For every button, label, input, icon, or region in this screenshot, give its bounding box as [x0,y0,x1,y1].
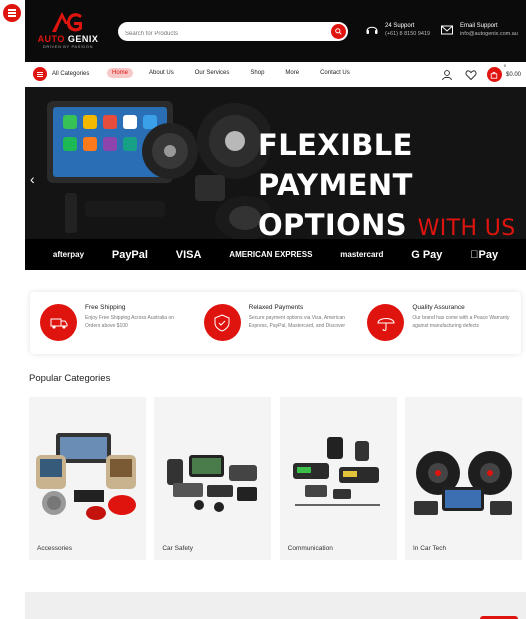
feature-desc: Our brand has come with a Peace Warranty… [412,315,510,329]
popular-categories-grid: Accessories Car Safety Communication In … [29,397,522,560]
mastercard-logo: mastercard [340,250,384,259]
hero-line2-accent: WITH US [417,216,516,241]
feature-title: Relaxed Payments [248,304,304,311]
lower-section-band [25,592,526,619]
headset-icon [366,26,378,34]
heart-icon[interactable] [465,69,477,81]
mail-icon [441,25,453,35]
logo-mark-icon [33,10,103,34]
hero-line1: FLEXIBLE PAYMENT [258,128,413,202]
feature-desc: Enjoy Free Shipping Across Australia on … [85,315,174,329]
hero-headline: FLEXIBLE PAYMENT OPTIONS WITH US [258,125,526,249]
side-menu-button[interactable] [3,4,21,22]
accessories-image [36,433,136,520]
hero-line2: OPTIONS [258,208,408,242]
support-email-value: info@autogenix.com.au [460,31,518,37]
menu-icon [8,12,16,14]
chevron-left-icon[interactable]: ‹ [30,171,35,187]
all-categories-label: All Categories [52,71,90,77]
support-email[interactable]: Email Support info@autogenix.com.au [440,22,518,38]
cart-total: $0.00 [505,71,521,78]
visa-logo: VISA [175,248,202,261]
brand-name: AUTO GENIX [33,34,103,44]
search-bar [118,22,348,44]
category-card-car-safety[interactable]: Car Safety [154,397,272,560]
category-card-accessories[interactable]: Accessories [29,397,146,560]
paypal-logo: PayPal [111,248,148,261]
search-input[interactable] [118,24,318,44]
nav-link-about-us[interactable]: About Us [144,68,179,78]
brand-name-part1: AUTO [37,34,65,44]
categories-menu-icon [33,67,47,81]
apple-pay-logo: Pay [470,249,498,261]
cart-button[interactable]: 0 [486,63,506,82]
feature-title: Quality Assurance [412,304,465,311]
category-card-in-car-tech[interactable]: In Car Tech [404,397,522,560]
card-shield-icon [203,304,241,341]
feature-quality-assurance: Quality Assurance Our brand has come with… [357,292,521,354]
features-strip: Free Shipping Enjoy Free Shipping Across … [30,292,521,354]
all-categories-button[interactable]: All Categories [33,67,89,81]
support-phone-value: (+61) 8 8150 9419 [385,31,431,37]
in-car-tech-image [413,451,512,515]
category-card-communication[interactable]: Communication [279,397,397,560]
payment-logos-strip: afterpay PayPal VISA AMERICAN EXPRESS ma… [25,239,526,270]
cart-count-badge: 0 [503,63,506,68]
nav-link-home[interactable]: Home [107,68,134,78]
feature-title: Free Shipping [85,304,126,311]
car-safety-image [167,455,258,512]
brand-logo[interactable]: AUTO GENIX DRIVEN BY PASSION [33,10,103,54]
google-pay-logo: G Pay [411,248,443,261]
support-email-title: Email Support [460,23,498,29]
shopping-bag-icon [491,71,498,79]
category-label: Communication [287,545,333,552]
afterpay-logo: afterpay [52,250,85,259]
nav-link-contact-us[interactable]: Contact Us [315,68,355,78]
apple-pay-label: Pay [477,248,498,261]
truck-icon [40,304,77,341]
umbrella-icon [367,304,405,341]
brand-name-part2: GENIX [67,34,99,44]
category-label: Car Safety [162,545,194,552]
main-navbar: All Categories Home About Us Our Service… [25,62,526,88]
feature-relaxed-payments: Relaxed Payments Secure payment options v… [194,292,358,354]
search-button[interactable] [331,24,346,39]
nav-link-our-services[interactable]: Our Services [190,68,235,78]
hero-product-image [47,101,270,240]
feature-desc: Secure payment options via Visa, America… [248,315,346,329]
support-phone[interactable]: 24 Support (+61) 8 8150 9419 [365,22,430,38]
hero-banner[interactable]: ‹ FLEXIBLE PAYMENT OPTIONS WITH US after… [25,87,526,270]
page: AUTO GENIX DRIVEN BY PASSION 24 Support (… [25,0,526,619]
nav-link-shop[interactable]: Shop [245,68,269,78]
header-topbar: AUTO GENIX DRIVEN BY PASSION 24 Support (… [25,0,526,62]
user-icon[interactable] [441,69,453,81]
communication-image [292,437,380,506]
amex-logo: AMERICAN EXPRESS [229,250,313,259]
search-icon [335,28,342,35]
nav-icons: 0 $0.00 [429,63,521,82]
nav-links: Home About Us Our Services Shop More Con… [107,68,366,78]
support-phone-title: 24 Support [385,23,415,29]
nav-link-more[interactable]: More [280,68,304,78]
popular-categories-title: Popular Categories [29,373,111,384]
brand-tagline: DRIVEN BY PASSION [42,44,94,49]
category-label: Accessories [37,545,73,552]
category-label: In Car Tech [412,545,447,552]
feature-free-shipping: Free Shipping Enjoy Free Shipping Across … [30,292,194,354]
